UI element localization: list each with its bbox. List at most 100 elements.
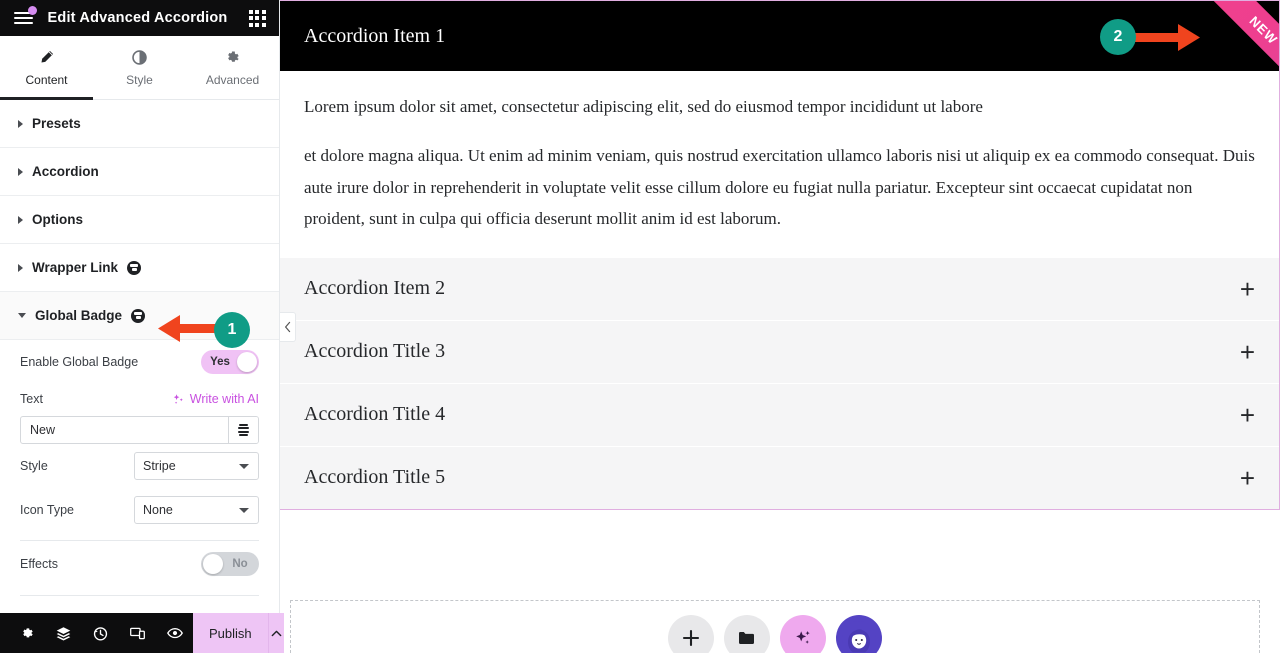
navigator-button[interactable] (45, 613, 82, 653)
accordion-paragraph: et dolore magna aliqua. Ut enim ad minim… (304, 146, 1255, 229)
notification-dot (28, 6, 37, 15)
publish-button[interactable]: Publish (193, 613, 268, 653)
accordion-title-4: Accordion Title 4 (304, 403, 446, 426)
responsive-mode-button[interactable] (119, 613, 156, 653)
contrast-circle-icon (132, 49, 147, 65)
accordion-header-1[interactable]: Accordion Item 1 NEW (280, 1, 1279, 71)
control-divider (20, 595, 259, 596)
preview-button[interactable] (156, 613, 193, 653)
toggle-knob (237, 352, 257, 372)
global-badge-ribbon: NEW (1187, 1, 1279, 71)
accordion-title-1: Accordion Item 1 (304, 24, 446, 47)
editor-panel: Edit Advanced Accordion Content Style Ad… (0, 0, 284, 653)
tab-content[interactable]: Content (0, 36, 93, 100)
accordion-header-5[interactable]: Accordion Title 5 + (280, 445, 1279, 509)
badge-text-input[interactable] (21, 417, 228, 443)
history-button[interactable] (82, 613, 119, 653)
section-presets-label: Presets (32, 116, 81, 131)
tab-content-label: Content (25, 72, 68, 87)
settings-button[interactable] (8, 613, 45, 653)
sparkle-icon (173, 393, 183, 404)
section-accordion[interactable]: Accordion (0, 148, 279, 196)
plus-icon[interactable]: + (1240, 276, 1255, 302)
folder-icon (739, 632, 754, 644)
add-element-button[interactable] (668, 615, 714, 653)
panel-collapse-handle[interactable] (280, 312, 296, 342)
publish-label: Publish (209, 625, 252, 641)
tab-advanced[interactable]: Advanced (186, 36, 279, 99)
chevron-down-icon (18, 313, 26, 318)
accordion-title-2: Accordion Item 2 (304, 277, 446, 300)
plus-icon (682, 629, 700, 647)
page-title: Edit Advanced Accordion (47, 10, 228, 26)
chevron-up-icon (271, 630, 281, 636)
dynamic-tags-icon (238, 422, 249, 438)
tab-style[interactable]: Style (93, 36, 186, 99)
style-select[interactable]: Stripe (134, 452, 259, 480)
icon-type-label: Icon Type (20, 503, 74, 517)
badge-stripe: NEW (1200, 1, 1279, 71)
section-wrapper-link[interactable]: Wrapper Link (0, 244, 279, 292)
text-label: Text (20, 392, 43, 406)
accordion-item-1: Accordion Item 1 NEW Lorem ipsum dolor s… (280, 1, 1279, 257)
preview-eye-icon (166, 628, 183, 639)
add-section-placeholder[interactable] (290, 600, 1260, 653)
section-global-badge-label: Global Badge (35, 308, 123, 323)
effects-label: Effects (20, 557, 58, 571)
plus-icon[interactable]: + (1240, 465, 1255, 491)
enable-global-badge-toggle[interactable]: Yes (201, 350, 259, 374)
icon-type-select[interactable]: None (134, 496, 259, 524)
style-select-value: Stripe (143, 459, 176, 473)
chevron-down-icon (239, 464, 249, 469)
avatar-icon (842, 621, 876, 653)
section-options[interactable]: Options (0, 196, 279, 244)
accordion-header-3[interactable]: Accordion Title 3 + (280, 319, 1279, 383)
panel-footer: Publish (0, 613, 284, 653)
icon-type-select-value: None (143, 503, 173, 517)
accordion-header-2[interactable]: Accordion Item 2 + (280, 256, 1279, 320)
tab-style-label: Style (126, 72, 153, 87)
panel-header: Edit Advanced Accordion (0, 0, 279, 36)
chevron-right-icon (18, 119, 23, 128)
sparkle-icon (796, 631, 810, 644)
accordion-header-4[interactable]: Accordion Title 4 + (280, 382, 1279, 446)
editor-canvas: Accordion Item 1 NEW Lorem ipsum dolor s… (280, 0, 1280, 653)
global-badge-controls: Enable Global Badge Yes Text Write with … (0, 340, 279, 596)
widgets-panel-button[interactable] (235, 0, 279, 36)
navigator-layers-icon (56, 626, 71, 640)
badge-text: NEW (1246, 12, 1279, 48)
control-style: Style Stripe (20, 444, 259, 488)
write-with-ai-button[interactable]: Write with AI (172, 392, 259, 406)
plus-icon[interactable]: + (1240, 402, 1255, 428)
pencil-icon (41, 50, 54, 63)
folder-templates-button[interactable] (724, 615, 770, 653)
publish-options-button[interactable] (267, 613, 284, 653)
effects-toggle[interactable]: No (201, 552, 259, 576)
chevron-right-icon (18, 167, 23, 176)
gear-icon (228, 51, 239, 62)
avatar-button[interactable] (836, 615, 882, 653)
section-options-label: Options (32, 212, 83, 227)
control-text-header: Text Write with AI (20, 384, 259, 414)
badge-text-field[interactable] (20, 416, 259, 444)
control-effects: Effects No (20, 541, 259, 587)
section-global-badge[interactable]: Global Badge (0, 292, 279, 340)
ai-button[interactable] (780, 615, 826, 653)
panel-tabs: Content Style Advanced (0, 36, 279, 100)
control-icon-type: Icon Type None (20, 488, 259, 532)
canvas-fab-group (668, 615, 882, 653)
section-presets[interactable]: Presets (0, 100, 279, 148)
accordion-content-1: Lorem ipsum dolor sit amet, consectetur … (280, 71, 1279, 257)
pro-badge-icon (131, 308, 146, 323)
panel-menu-button[interactable] (0, 0, 46, 36)
style-label: Style (20, 459, 48, 473)
accordion-title-3: Accordion Title 3 (304, 340, 446, 363)
history-clock-icon (93, 626, 108, 640)
plus-icon[interactable]: + (1240, 339, 1255, 365)
dynamic-tags-button[interactable] (228, 417, 258, 443)
chevron-right-icon (18, 215, 23, 224)
toggle-knob (203, 554, 223, 574)
section-accordion-label: Accordion (32, 164, 99, 179)
tab-advanced-label: Advanced (205, 72, 260, 87)
accordion-widget[interactable]: Accordion Item 1 NEW Lorem ipsum dolor s… (280, 0, 1280, 510)
